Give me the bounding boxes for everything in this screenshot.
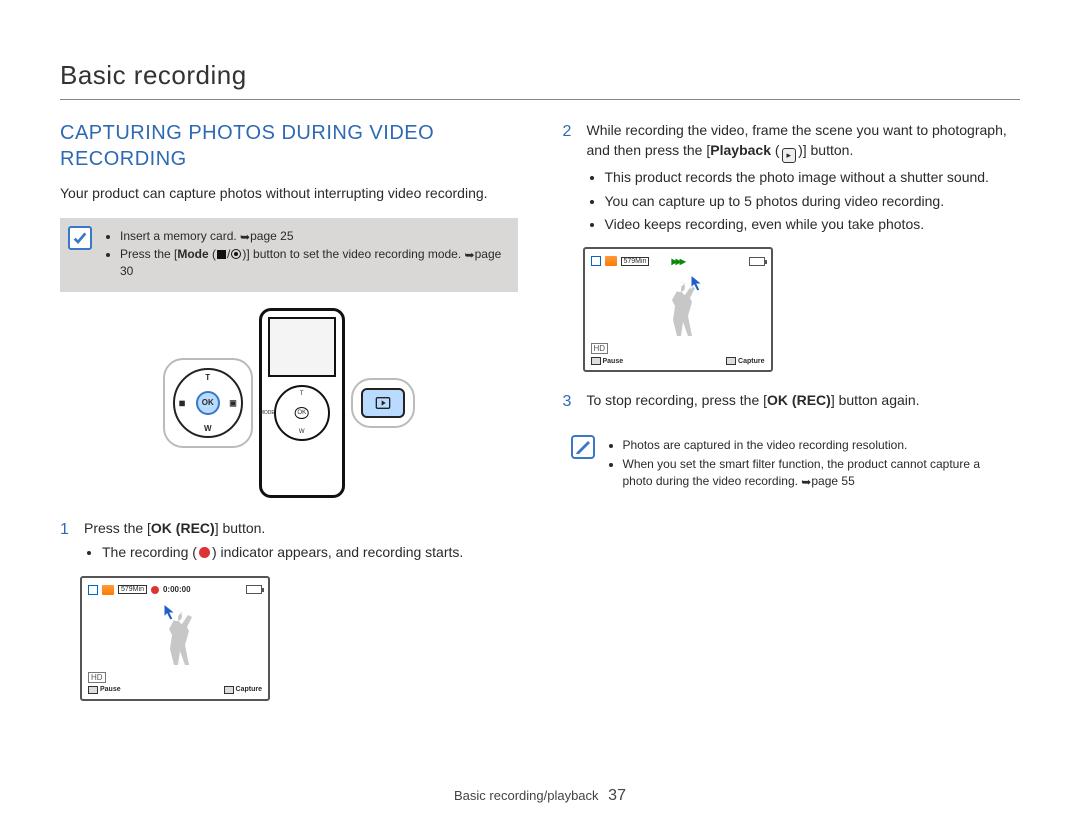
dpad-callout: OK T W ◼ ▣ [163,358,253,448]
rec-timer: 0:00:00 [163,585,191,594]
page-ref-arrow-icon: ➥ [801,474,811,491]
lcd-screenshot-2: 579Min ▶▶▶ HD Pause Capture [583,247,773,372]
step-text: Press the [ [84,520,151,536]
cursor-pointer-icon [688,274,706,296]
intro-paragraph: Your product can capture photos without … [60,184,518,204]
step-text: )] button. [798,142,853,158]
step-1: 1 Press the [OK (REC)] button. The recor… [60,518,518,566]
video-mode-icon [217,250,226,259]
step-bullet: You can capture up to 5 photos during vi… [605,191,1021,211]
sd-card-icon [605,256,617,266]
left-column: CAPTURING PHOTOS DURING VIDEO RECORDING … [60,120,518,719]
dpad-down-label: W [204,424,212,433]
soft-button-right-icon [224,686,234,694]
note-text: Insert a memory card. [120,229,240,243]
note-text: Press the [ [120,247,177,261]
device-dpad: T W MODE OK [274,385,330,441]
step-3: 3 To stop recording, press the [OK (REC)… [563,390,1021,413]
step-number: 2 [563,120,577,143]
dpad-left-label: ◼ [179,398,186,407]
playback-button-callout [351,378,415,428]
step-2: 2 While recording the video, frame the s… [563,120,1021,237]
battery-icon [749,257,765,266]
step-bullet: This product records the photo image wit… [605,167,1021,187]
pause-label: Pause [100,686,121,693]
right-column: 2 While recording the video, frame the s… [563,120,1021,719]
step-text: To stop recording, press the [ [587,392,768,408]
soft-button-left-icon [591,357,601,365]
ok-rec-label: OK (REC) [151,520,215,536]
footer-section: Basic recording/playback [454,788,599,803]
mode-label: Mode [177,247,208,261]
dpad-up-label: T [205,373,210,382]
rec-dot-icon [151,586,159,594]
step-text: ] button. [215,520,266,536]
step-text: ] button again. [831,392,920,408]
ok-center: OK [294,407,309,419]
ok-rec-label: OK (REC) [767,392,831,408]
remaining-time: 579Min [118,585,147,594]
stby-icon [591,256,601,266]
dpad-down: W [299,429,305,435]
dpad-up: T [300,391,304,397]
mode-button: MODE [260,410,275,416]
step-bullet: Video keeps recording, even while you ta… [605,214,1021,234]
heading-rule [60,99,1020,100]
sd-card-icon [102,585,114,595]
step-bullet: The recording () indicator appears, and … [102,542,518,562]
ok-button-icon: OK [196,391,220,415]
capture-label: Capture [738,358,764,365]
camcorder-outline: T W MODE OK [259,308,345,498]
recording-indicator-icon [199,547,210,558]
device-screen [268,317,336,377]
fast-forward-icon: ▶▶▶ [671,257,683,266]
playback-button-inline-icon: ▸ [782,148,797,163]
note-text: )] button to set the video recording mod… [242,247,464,261]
playback-button-icon [361,388,405,418]
remaining-time: 579Min [621,257,650,266]
cursor-pointer-icon [161,603,179,625]
lcd-screenshot-1: 579Min 0:00:00 HD Pause Capture [80,576,270,701]
prerequisite-note: Insert a memory card. ➥page 25 Press the… [60,218,518,292]
soft-button-left-icon [88,686,98,694]
soft-button-right-icon [726,357,736,365]
capture-label: Capture [236,686,262,693]
hd-badge: HD [591,343,609,354]
dpad-right-label: ▣ [229,398,237,407]
checkmark-icon [68,226,92,250]
pause-label: Pause [603,358,624,365]
battery-icon [246,585,262,594]
note-item: Press the [Mode (/)] button to set the v… [120,246,508,280]
section-title: CAPTURING PHOTOS DURING VIDEO RECORDING [60,120,518,172]
note-item: Insert a memory card. ➥page 25 [120,228,508,245]
pencil-note-icon [571,435,595,459]
step-number: 3 [563,390,577,413]
step-text: While recording the video, frame the sce… [587,122,1007,158]
page-footer: Basic recording/playback 37 [0,787,1080,805]
step-number: 1 [60,518,74,541]
playback-label: Playback [710,142,771,158]
page-ref-arrow-icon: ➥ [465,247,475,264]
note-item: When you set the smart filter function, … [623,456,1011,490]
two-column-layout: CAPTURING PHOTOS DURING VIDEO RECORDING … [60,120,1020,719]
hd-badge: HD [88,672,106,683]
page-ref: page 25 [250,229,293,243]
photo-mode-icon [231,249,241,259]
page-ref: page 55 [811,474,854,488]
dpad-diagram: OK T W ◼ ▣ [173,368,243,438]
page-heading: Basic recording [60,60,1020,91]
note-item: Photos are captured in the video recordi… [623,437,1011,454]
note-text: ( [209,247,216,261]
stby-icon [88,585,98,595]
info-note: Photos are captured in the video recordi… [563,427,1021,501]
page-ref-arrow-icon: ➥ [240,229,250,246]
device-illustration: OK T W ◼ ▣ T W MODE OK [60,308,518,498]
page-number: 37 [608,787,626,804]
